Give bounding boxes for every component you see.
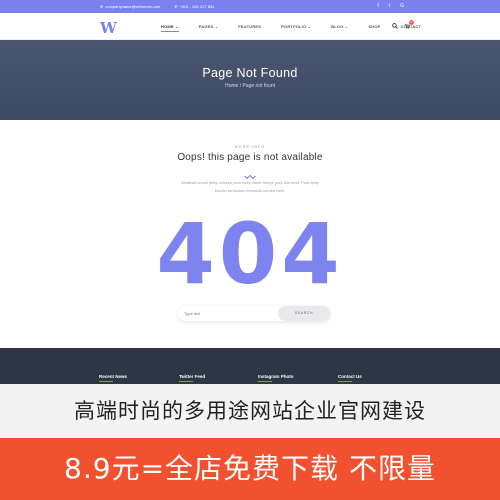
breadcrumb: Home / Page not fount (0, 83, 500, 89)
social-links: f t G (377, 3, 404, 9)
breadcrumb-current: Page not fount (242, 83, 276, 89)
chevron-down-icon: ⌄ (307, 24, 312, 29)
promo-title-text: 高端时尚的多用途网站企业官网建设 (74, 399, 426, 423)
nav-blog[interactable]: BLOG ⌄ (331, 24, 348, 29)
chevron-down-icon: ⌄ (214, 24, 219, 29)
email-text: companyname@wthemes.com (105, 4, 161, 9)
chevron-down-icon: ⌄ (175, 24, 179, 29)
nav-home[interactable]: HOME ⌄ (161, 24, 179, 32)
twitter-icon[interactable]: t (389, 3, 390, 9)
promo-banner-price: 8.9元=全店免费下载 不限量 (0, 438, 500, 500)
footer-heading-underline (179, 381, 193, 382)
nav-blog-label: BLOG (331, 24, 344, 29)
eyebrow-label: MORE INFO (234, 145, 266, 149)
footer-instagram-heading: Instagram Photo (258, 374, 294, 379)
page-header: Page Not Found Home / Page not fount (0, 40, 500, 120)
search-input[interactable] (184, 309, 274, 318)
footer-twitter-feed-heading: Twitter Feed (179, 374, 206, 379)
nav-pages[interactable]: PAGES ⌄ (199, 24, 219, 29)
phone-icon: ✆ (174, 4, 178, 9)
footer-heading-underline (338, 381, 352, 382)
logo[interactable]: W (100, 19, 117, 37)
nav-home-label: HOME (161, 24, 174, 29)
search-button[interactable]: SEARCH (278, 306, 330, 321)
error-content: MORE INFO Oops! this page is not availab… (0, 120, 500, 348)
facebook-icon[interactable]: f (377, 3, 378, 9)
error-description: Meatball chuck jerky chicken pork belly … (181, 180, 319, 193)
top-bar: ✉ companyname@wthemes.com ✆ +001 - 061 227… (0, 0, 500, 13)
nav-portfolio[interactable]: PORTFOLIO ⌄ (281, 24, 311, 29)
nav-shop-label: SHOP (368, 24, 381, 29)
nav-portfolio-label: PORTFOLIO (281, 24, 307, 29)
top-contact: ✉ companyname@wthemes.com ✆ +001 - 061 227… (100, 4, 215, 9)
promo-banner-title: 高端时尚的多用途网站企业官网建设 (0, 384, 500, 438)
email-item[interactable]: ✉ companyname@wthemes.com (100, 4, 160, 9)
nav-icons: 0 (392, 20, 414, 31)
breadcrumb-home[interactable]: Home (225, 83, 238, 89)
search-icon[interactable] (392, 23, 398, 31)
nav-features[interactable]: FEATURES (238, 24, 261, 29)
footer-heading-underline (99, 381, 113, 382)
cart-button[interactable]: 0 (404, 20, 414, 31)
promo-price-text: 8.9元=全店免费下载 不限量 (64, 452, 436, 485)
mail-icon: ✉ (100, 4, 104, 9)
cart-count-badge: 0 (409, 20, 414, 25)
main-navbar: W HOME ⌄ PAGES ⌄ FEATURES PORTFOLIO ⌄ BL… (0, 13, 500, 40)
nav-features-label: FEATURES (238, 24, 262, 29)
footer-recent-news-heading: Recent News (99, 374, 128, 379)
footer-heading-underline (258, 381, 272, 382)
google-icon[interactable]: G (400, 3, 404, 9)
nav-shop[interactable]: SHOP (368, 24, 380, 29)
page-title: Page Not Found (202, 66, 298, 80)
cart-icon (404, 23, 410, 31)
phone-item[interactable]: ✆ +001 - 061 227 851 (174, 4, 214, 9)
chevron-down-icon: ⌄ (344, 24, 349, 29)
footer-contact-heading: Contact Us (338, 374, 362, 379)
search-form: SEARCH (178, 306, 330, 321)
error-heading: Oops! this page is not available (177, 152, 323, 163)
nav-pages-label: PAGES (198, 24, 214, 29)
error-code: 404 (156, 205, 344, 303)
breadcrumb-separator: / (239, 83, 242, 89)
phone-text: +001 - 061 227 851 (179, 4, 215, 9)
